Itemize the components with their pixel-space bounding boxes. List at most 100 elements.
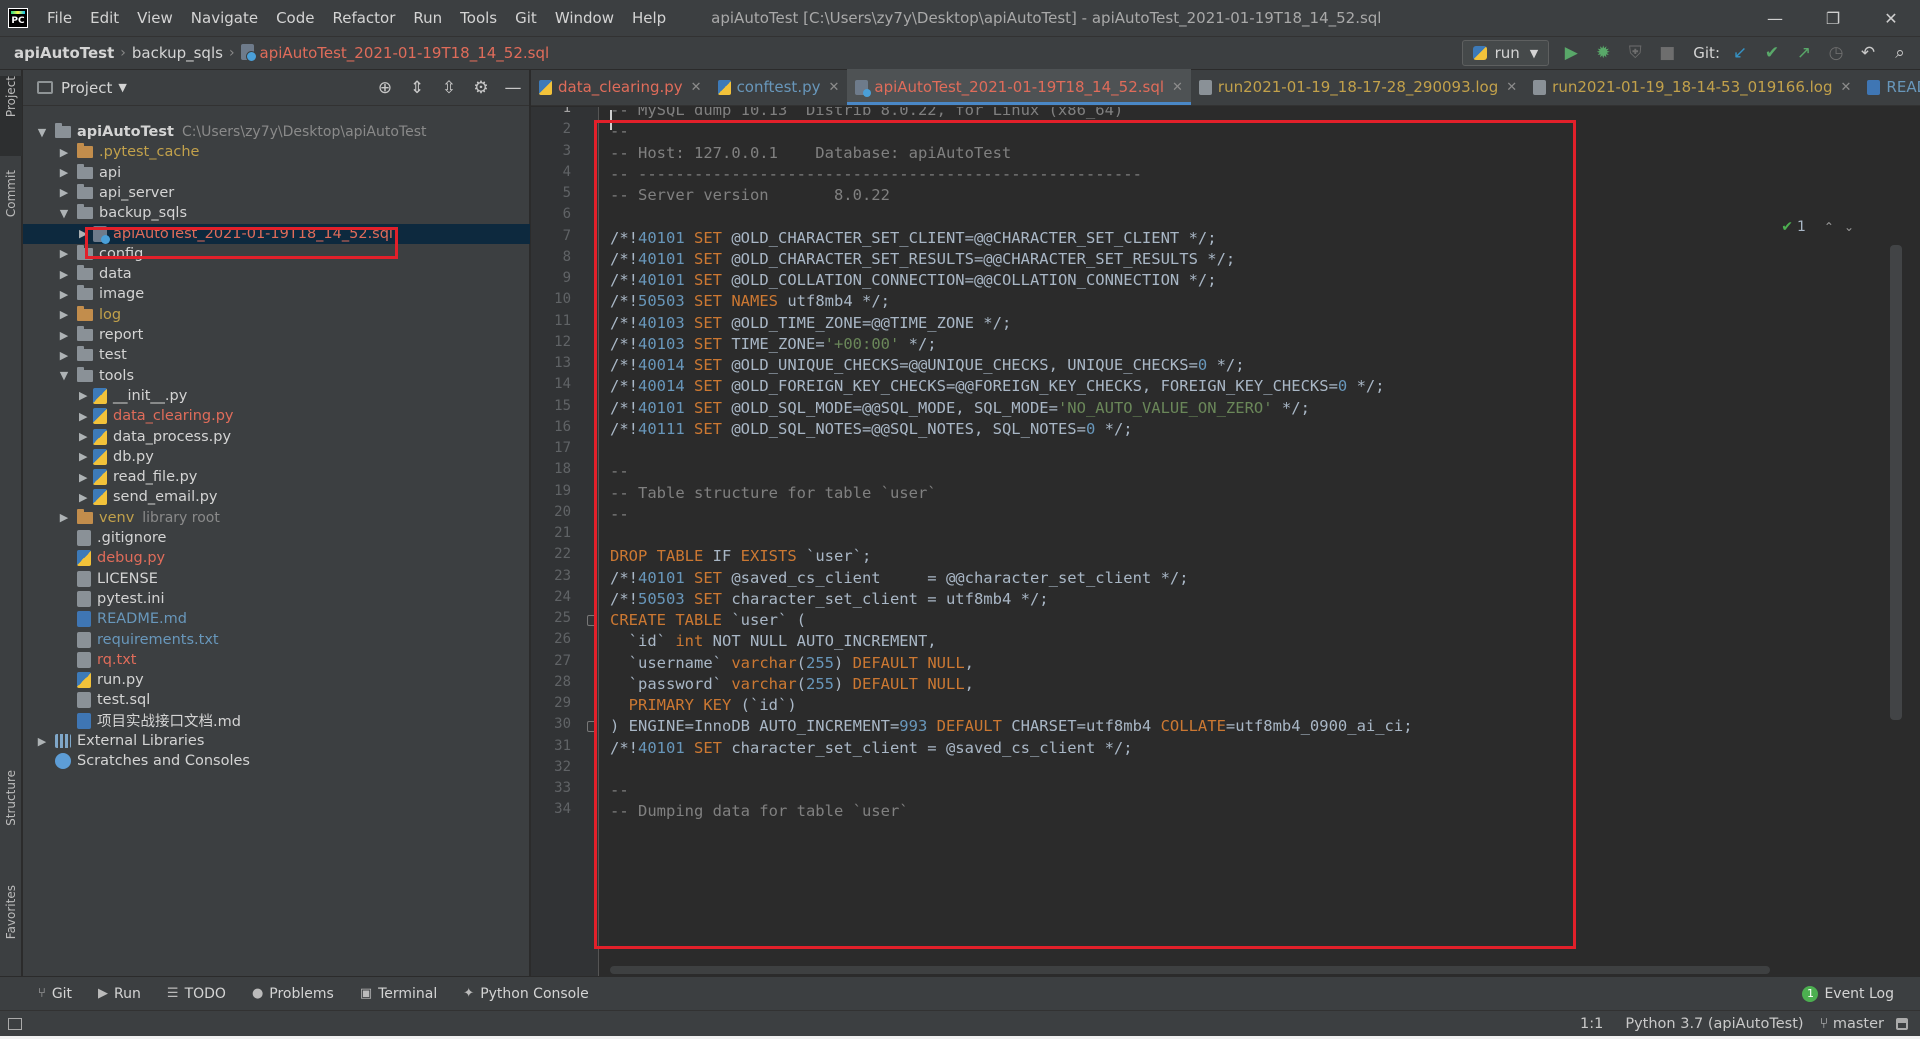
tool-window-run[interactable]: ▶ Run xyxy=(85,977,154,1011)
chevron-right-icon[interactable]: ▶ xyxy=(79,491,87,504)
chevron-right-icon[interactable]: ▶ xyxy=(35,735,49,748)
tool-tab-project[interactable]: Project xyxy=(0,76,22,156)
menu-window[interactable]: Window xyxy=(546,0,623,36)
chevron-right-icon[interactable]: ▶ xyxy=(57,247,71,260)
tree-item[interactable]: requirements.txt xyxy=(23,630,530,650)
tool-window-problems[interactable]: ● Problems xyxy=(239,977,347,1011)
tree-item[interactable]: ▶ .pytest_cache xyxy=(23,142,530,162)
tree-item[interactable]: ▶ data_process.py xyxy=(23,427,530,447)
tool-tab-favorites[interactable]: Favorites xyxy=(0,885,22,975)
chevron-right-icon[interactable]: ▶ xyxy=(57,329,71,342)
stop-icon[interactable]: ■ xyxy=(1651,38,1683,68)
close-tab-icon[interactable]: ✕ xyxy=(828,80,839,95)
tool-tab-structure[interactable]: Structure xyxy=(0,770,22,870)
tree-item[interactable]: ▶ External Libraries xyxy=(23,731,530,751)
coverage-icon[interactable]: ⛨ xyxy=(1619,38,1651,68)
tree-item[interactable]: ▼ tools xyxy=(23,366,530,386)
run-button[interactable]: ▶ xyxy=(1555,38,1587,68)
collapse-all-icon[interactable]: ⇳ xyxy=(433,78,465,98)
locate-crosshair-icon[interactable]: ⊕ xyxy=(369,78,401,98)
menu-edit[interactable]: Edit xyxy=(81,0,128,36)
breadcrumb-file[interactable]: apiAutoTest_2021-01-19T18_14_52.sql xyxy=(237,44,554,62)
tool-window-todo[interactable]: ☰ TODO xyxy=(154,977,239,1011)
menu-code[interactable]: Code xyxy=(267,0,323,36)
project-view-select[interactable]: Project xyxy=(61,79,112,97)
chevron-right-icon[interactable]: ▶ xyxy=(57,186,71,199)
tree-item[interactable]: ▶ db.py xyxy=(23,447,530,467)
tree-item[interactable]: ▶ config xyxy=(23,244,530,264)
tree-item[interactable]: ▶ report xyxy=(23,325,530,345)
tree-item[interactable]: ▶ api_server xyxy=(23,183,530,203)
chevron-right-icon[interactable]: ▶ xyxy=(79,227,87,240)
tree-item[interactable]: ▶ log xyxy=(23,305,530,325)
chevron-right-icon[interactable]: ▶ xyxy=(57,146,71,159)
hide-panel-icon[interactable]: — xyxy=(497,78,529,98)
fold-marker-icon[interactable] xyxy=(587,721,596,733)
chevron-right-icon[interactable]: ▶ xyxy=(79,450,87,463)
tree-item[interactable]: ▶ data_clearing.py xyxy=(23,406,530,426)
menu-view[interactable]: View xyxy=(128,0,182,36)
tool-tab-commit[interactable]: Commit xyxy=(0,170,22,250)
tree-item[interactable]: ▶ api xyxy=(23,163,530,183)
tree-item[interactable]: rq.txt xyxy=(23,650,530,670)
inspection-widget[interactable]: ✔ 1 ⌃ ⌄ xyxy=(1781,219,1854,235)
chevron-down-icon[interactable]: ▼ xyxy=(35,126,49,139)
tree-item[interactable]: ▶ apiAutoTest_2021-01-19T18_14_52.sql xyxy=(23,223,530,244)
menu-tools[interactable]: Tools xyxy=(451,0,506,36)
chevron-right-icon[interactable]: ▶ xyxy=(57,349,71,362)
code-editor[interactable]: ✔ 1 ⌃ ⌄ -- MySQL dump 10.13 Distrib 8.0.… xyxy=(600,107,1902,976)
chevron-down-icon[interactable]: ▼ xyxy=(57,369,71,382)
chevron-right-icon[interactable]: ▶ xyxy=(57,308,71,321)
tool-window-git[interactable]: ⑂ Git xyxy=(0,977,85,1011)
tree-item[interactable]: run.py xyxy=(23,670,530,690)
tool-window-python-console[interactable]: ✦ Python Console xyxy=(450,977,601,1011)
gear-icon[interactable]: ⚙ xyxy=(465,78,497,98)
chevron-right-icon[interactable]: ▶ xyxy=(79,410,87,423)
event-log-button[interactable]: 1 Event Log xyxy=(1802,985,1894,1002)
tree-item[interactable]: debug.py xyxy=(23,548,530,568)
editor-tab[interactable]: run2021-01-19_18-14-53_019166.log ✕ xyxy=(1525,69,1859,105)
breadcrumb-project[interactable]: apiAutoTest xyxy=(0,44,118,62)
close-tab-icon[interactable]: ✕ xyxy=(691,80,702,95)
tree-item[interactable]: ▶ test xyxy=(23,345,530,365)
git-branch[interactable]: ⑂ master xyxy=(1812,1016,1892,1032)
expand-all-icon[interactable]: ⇕ xyxy=(401,78,433,98)
chevron-right-icon[interactable]: ▶ xyxy=(79,430,87,443)
breadcrumb-folder[interactable]: backup_sqls xyxy=(128,44,227,62)
vertical-scrollbar[interactable] xyxy=(1890,245,1902,720)
tree-item[interactable]: ▶ send_email.py xyxy=(23,487,530,507)
menu-navigate[interactable]: Navigate xyxy=(182,0,267,36)
git-update-icon[interactable]: ↙ xyxy=(1724,38,1756,68)
close-tab-icon[interactable]: ✕ xyxy=(1172,80,1183,95)
chevron-right-icon[interactable]: ▶ xyxy=(57,268,71,281)
chevron-down-icon[interactable]: ▼ xyxy=(118,81,126,94)
menu-help[interactable]: Help xyxy=(623,0,675,36)
editor-tab[interactable]: run2021-01-19_18-17-28_290093.log ✕ xyxy=(1191,69,1525,105)
caret-position[interactable]: 1:1 xyxy=(1572,1016,1611,1032)
tree-item[interactable]: 项目实战接口文档.md xyxy=(23,711,530,731)
restore-icon[interactable]: ❐ xyxy=(1804,0,1862,36)
horizontal-scrollbar[interactable] xyxy=(610,966,1770,974)
chevron-up-icon[interactable]: ⌃ xyxy=(1824,220,1834,234)
chevron-right-icon[interactable]: ▶ xyxy=(57,166,71,179)
chevron-right-icon[interactable]: ▶ xyxy=(79,389,87,402)
chevron-down-icon[interactable]: ▼ xyxy=(57,207,71,220)
close-tab-icon[interactable]: ✕ xyxy=(1841,80,1852,95)
lock-icon[interactable] xyxy=(1896,1017,1908,1030)
tree-item[interactable]: .gitignore xyxy=(23,528,530,548)
run-configuration-select[interactable]: run ▼ xyxy=(1461,40,1550,66)
search-icon[interactable]: ⌕ xyxy=(1884,38,1916,68)
editor-tab[interactable]: conftest.py ✕ xyxy=(710,69,848,105)
rollback-icon[interactable]: ↶ xyxy=(1852,38,1884,68)
tree-item[interactable]: ▶ image xyxy=(23,284,530,304)
chevron-right-icon[interactable]: ▶ xyxy=(57,511,71,524)
editor-tab[interactable]: apiAutoTest_2021-01-19T18_14_52.sql ✕ xyxy=(847,69,1191,105)
menu-git[interactable]: Git xyxy=(506,0,546,36)
tree-item[interactable]: ▼ apiAutoTest C:\Users\zy7y\Desktop\apiAut… xyxy=(23,122,530,142)
editor-tab[interactable]: README.md xyxy=(1859,69,1920,105)
fold-marker-icon[interactable] xyxy=(587,615,596,626)
tree-item[interactable]: ▶ __init__.py xyxy=(23,386,530,406)
tree-item[interactable]: ▶ data xyxy=(23,264,530,284)
git-commit-icon[interactable]: ✔ xyxy=(1756,38,1788,68)
close-tab-icon[interactable]: ✕ xyxy=(1506,80,1517,95)
